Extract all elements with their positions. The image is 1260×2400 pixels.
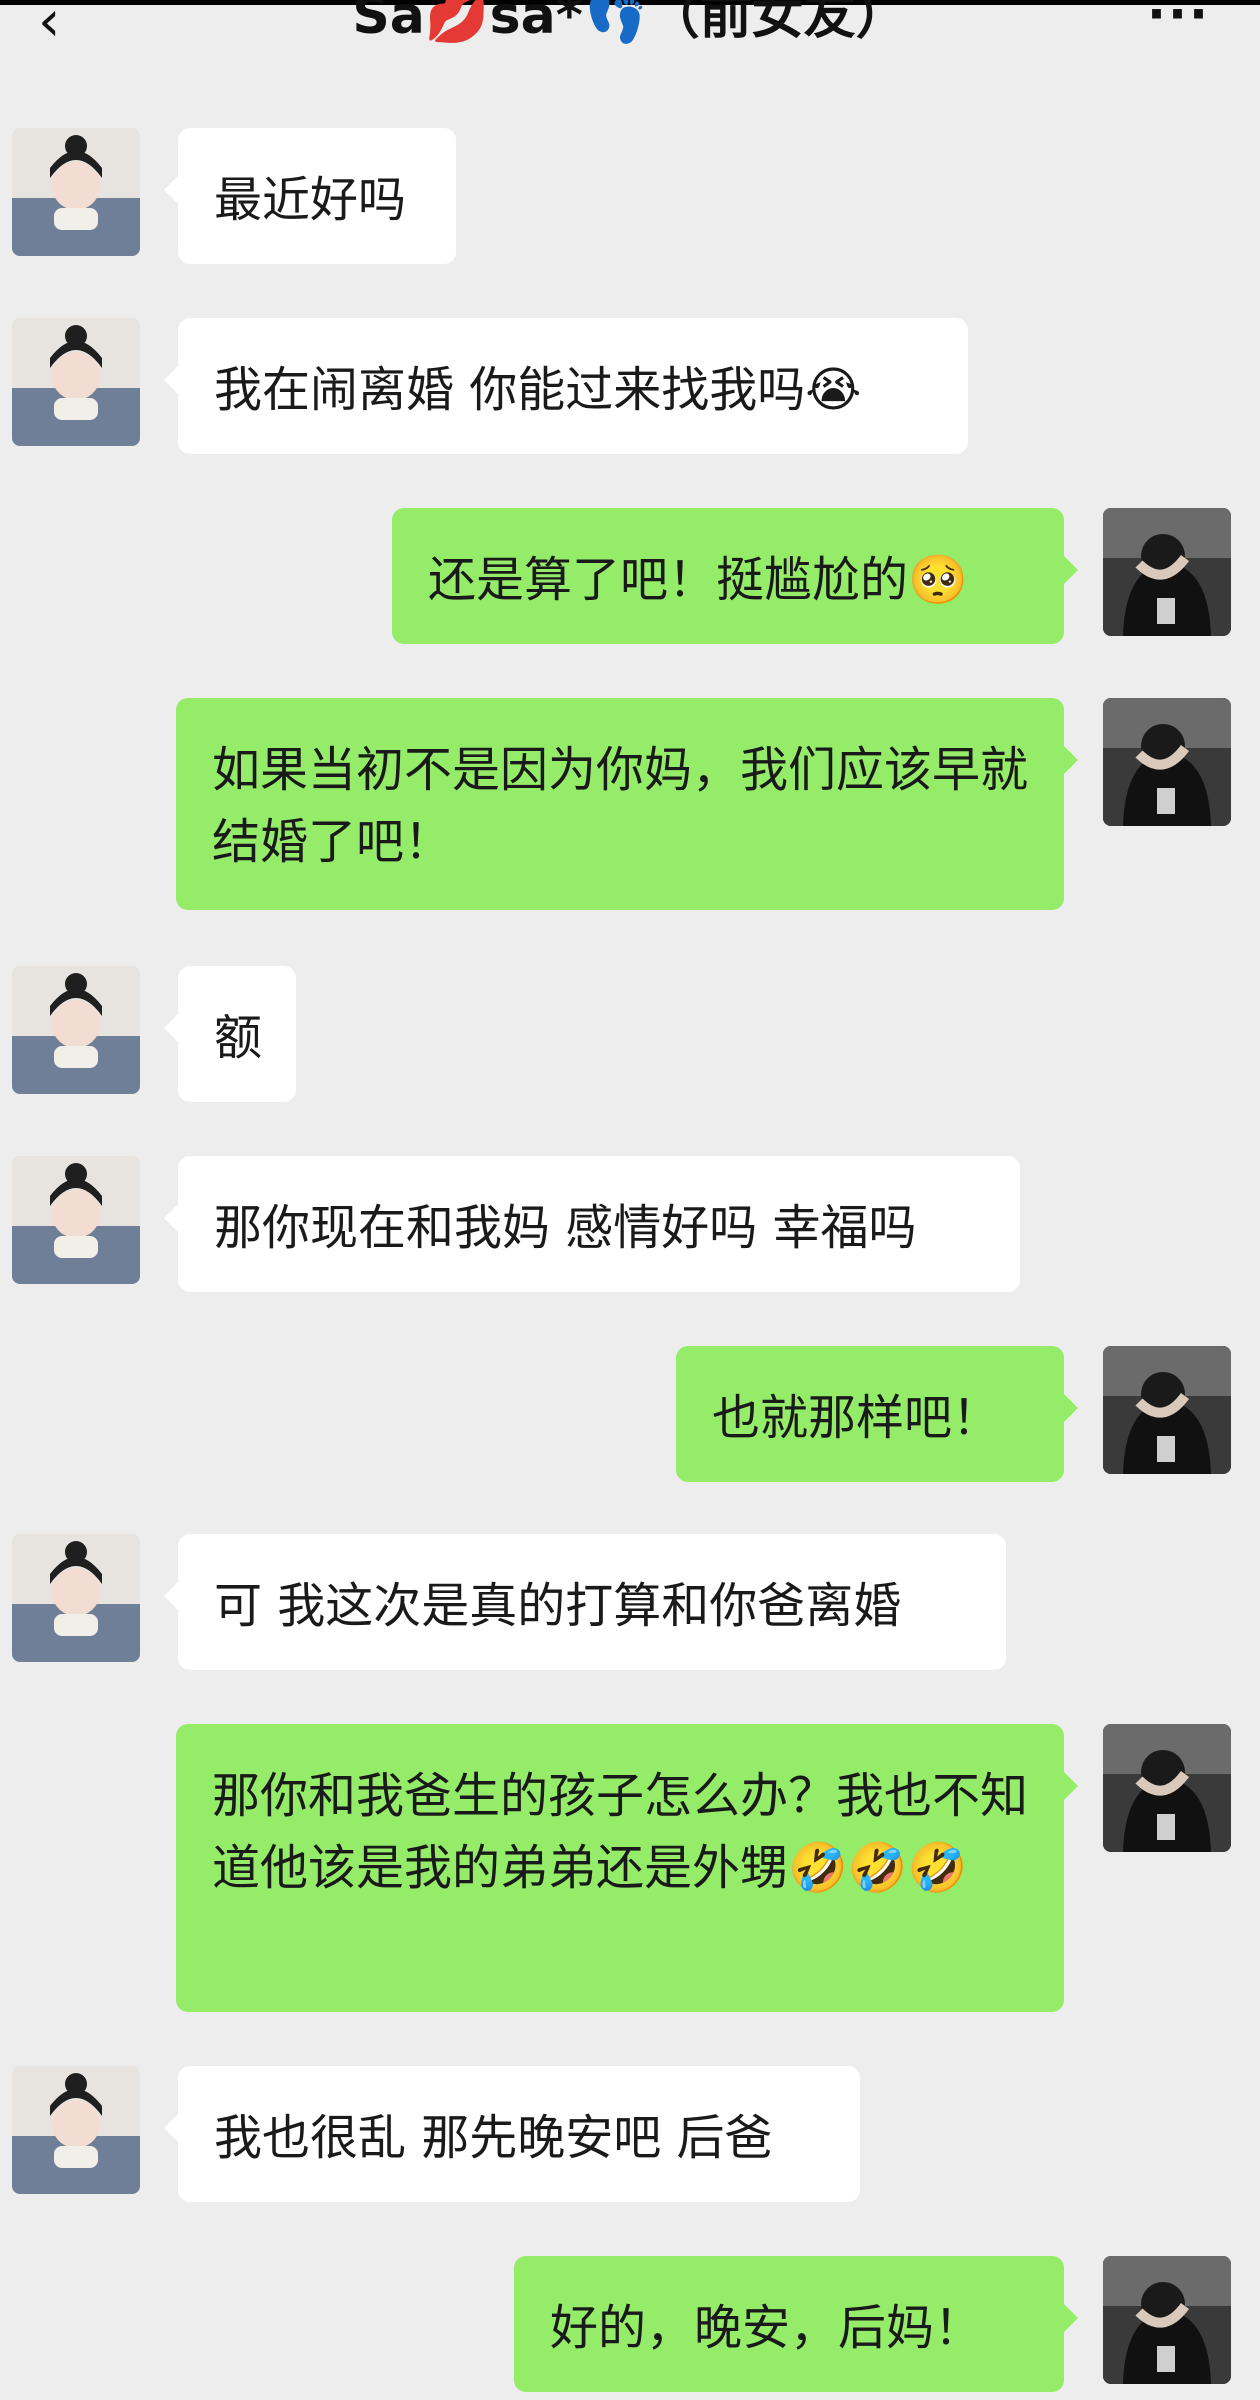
message-bubble[interactable]: 额: [164, 966, 296, 1102]
contact-avatar[interactable]: [12, 966, 140, 1094]
my-avatar[interactable]: [1103, 698, 1231, 826]
contact-avatar[interactable]: [12, 2066, 140, 2194]
contact-avatar[interactable]: [12, 1534, 140, 1662]
avatar-photo: [1103, 698, 1231, 826]
message-text: 我在闹离婚 你能过来找我吗😭: [214, 362, 862, 418]
my-avatar[interactable]: [1103, 508, 1231, 636]
message-text: 好的，晚安，后妈！: [550, 2300, 983, 2356]
avatar-photo: [1103, 2256, 1231, 2384]
my-avatar[interactable]: [1103, 1724, 1231, 1852]
message-bubble[interactable]: 那你现在和我妈 感情好吗 幸福吗: [164, 1156, 1020, 1292]
my-avatar[interactable]: [1103, 1346, 1231, 1474]
message-text: 最近好吗: [214, 172, 407, 228]
avatar-photo: [12, 2066, 140, 2194]
contact-avatar[interactable]: [12, 318, 140, 446]
contact-avatar[interactable]: [12, 1156, 140, 1284]
avatar-photo: [12, 1534, 140, 1662]
message-text: 我也很乱 那先晚安吧 后爸: [214, 2110, 773, 2166]
message-bubble[interactable]: 我在闹离婚 你能过来找我吗😭: [164, 318, 968, 454]
message-text: 额: [214, 1010, 263, 1066]
message-text: 如果当初不是因为你妈，我们应该早就结婚了吧！: [212, 742, 1029, 870]
more-dots-icon: ···: [1147, 0, 1210, 43]
avatar-photo: [12, 128, 140, 256]
more-button[interactable]: ···: [1147, 0, 1210, 44]
avatar-photo: [1103, 508, 1231, 636]
message-bubble[interactable]: 那你和我爸生的孩子怎么办？我也不知道他该是我的弟弟还是外甥🤣🤣🤣: [176, 1724, 1078, 2012]
message-text: 那你和我爸生的孩子怎么办？我也不知道他该是我的弟弟还是外甥🤣🤣🤣: [212, 1768, 1029, 1896]
chat-title: Sa💋sa*👣（前女友）: [352, 0, 908, 46]
message-bubble[interactable]: 我也很乱 那先晚安吧 后爸: [164, 2066, 860, 2202]
avatar-photo: [12, 1156, 140, 1284]
message-text: 可 我这次是真的打算和你爸离婚: [214, 1578, 902, 1634]
message-bubble[interactable]: 好的，晚安，后妈！: [514, 2256, 1078, 2392]
message-bubble[interactable]: 可 我这次是真的打算和你爸离婚: [164, 1534, 1006, 1670]
message-bubble[interactable]: 还是算了吧！挺尴尬的🥺: [392, 508, 1078, 644]
avatar-photo: [12, 318, 140, 446]
avatar-photo: [1103, 1724, 1231, 1852]
message-text: 还是算了吧！挺尴尬的🥺: [428, 552, 968, 608]
my-avatar[interactable]: [1103, 2256, 1231, 2384]
message-text: 那你现在和我妈 感情好吗 幸福吗: [214, 1200, 917, 1256]
contact-avatar[interactable]: [12, 128, 140, 256]
chat-header: ‹ Sa💋sa*👣（前女友） ···: [0, 0, 1260, 52]
message-bubble[interactable]: 最近好吗: [164, 128, 456, 264]
message-text: 也就那样吧！: [712, 1390, 1001, 1446]
message-bubble[interactable]: 也就那样吧！: [676, 1346, 1078, 1482]
avatar-photo: [12, 966, 140, 1094]
avatar-photo: [1103, 1346, 1231, 1474]
message-bubble[interactable]: 如果当初不是因为你妈，我们应该早就结婚了吧！: [176, 698, 1078, 910]
